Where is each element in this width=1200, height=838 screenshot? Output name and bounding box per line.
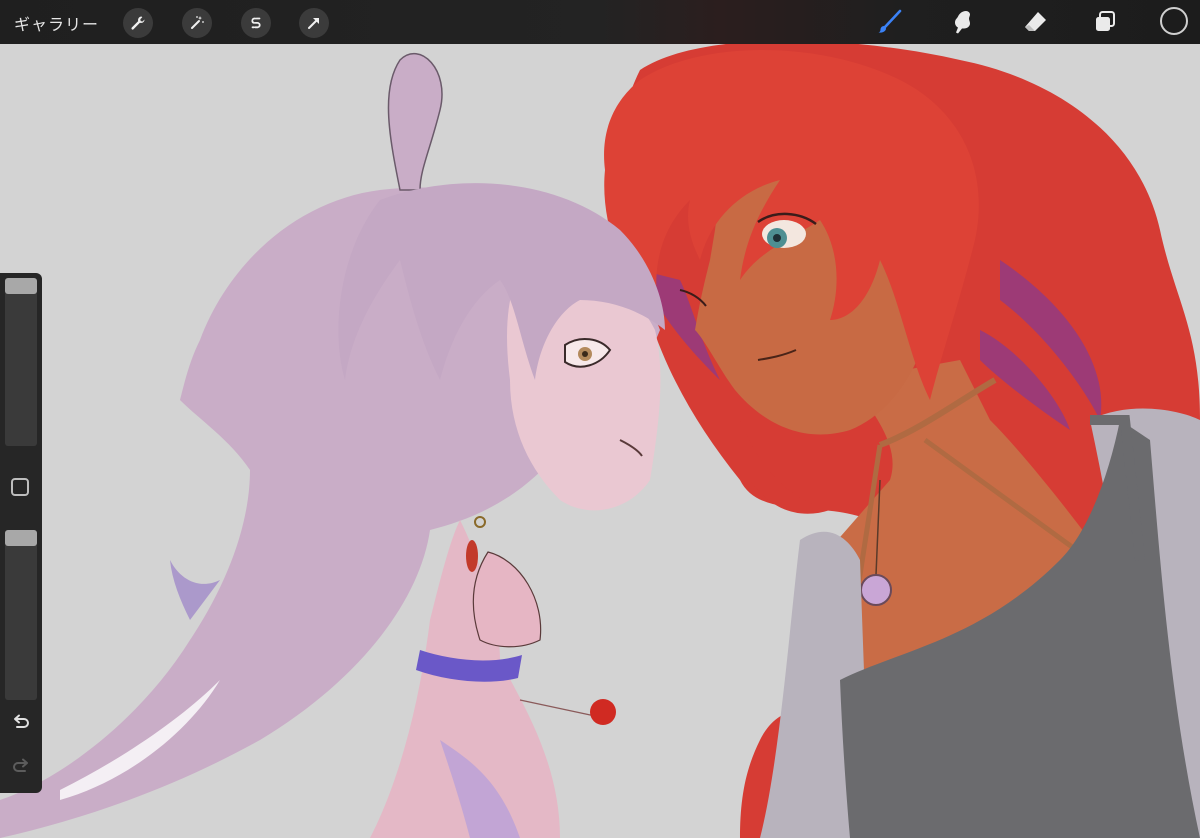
arrow-cursor-icon	[308, 18, 319, 29]
wrench-icon	[131, 16, 145, 30]
selection-button[interactable]	[241, 8, 271, 38]
adjustments-button[interactable]	[182, 8, 212, 38]
opacity-thumb[interactable]	[5, 530, 37, 546]
undo-icon	[14, 714, 29, 728]
selection-s-icon	[251, 17, 261, 29]
brush-size-thumb[interactable]	[5, 278, 37, 294]
brush-size-slider[interactable]	[5, 278, 37, 446]
opacity-slider[interactable]	[5, 530, 37, 700]
redo-icon	[13, 758, 28, 772]
redo-button[interactable]	[6, 753, 36, 781]
brush-tool[interactable]	[873, 6, 907, 38]
modify-button[interactable]	[11, 478, 29, 496]
red-pendant	[860, 574, 892, 606]
smudge-tool[interactable]	[946, 6, 980, 38]
lavender-earring	[466, 540, 478, 572]
left-sidebar	[0, 273, 42, 793]
magic-wand-icon	[191, 16, 204, 29]
eraser-icon	[1025, 12, 1046, 31]
lavender-bead	[590, 699, 616, 725]
color-circle-icon[interactable]	[1160, 7, 1188, 35]
drawing-canvas[interactable]	[0, 44, 1200, 838]
top-toolbar: ギャラリー	[0, 0, 1200, 44]
layers-icon	[1096, 11, 1115, 31]
actions-button[interactable]	[123, 8, 153, 38]
layers-tool[interactable]	[1088, 6, 1122, 38]
undo-button[interactable]	[6, 709, 36, 737]
gallery-button[interactable]: ギャラリー	[14, 11, 99, 35]
transform-button[interactable]	[299, 8, 329, 38]
brush-icon	[878, 9, 902, 33]
eraser-tool[interactable]	[1018, 6, 1052, 38]
smudge-icon	[955, 11, 970, 34]
